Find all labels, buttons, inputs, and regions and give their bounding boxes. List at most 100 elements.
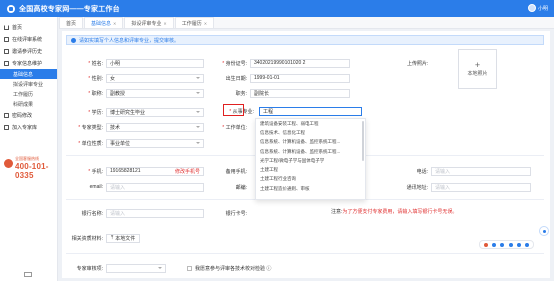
add-user-icon: [4, 124, 9, 130]
tool-icon[interactable]: [500, 242, 505, 247]
dropdown-option[interactable]: 土建工程造价通则、审核: [256, 184, 365, 193]
title-field: * 职称: 副教授: [66, 88, 204, 98]
user-name[interactable]: 小明: [538, 5, 548, 12]
sidebar-item-history[interactable]: 邀请参评历史: [0, 45, 57, 57]
dropdown-option[interactable]: 信息系统、计算机设备、监控系统工程...: [256, 138, 365, 147]
review-item-select[interactable]: [106, 263, 166, 273]
sidebar-collapse-icon[interactable]: [24, 272, 32, 277]
app-title: 全国高校专家网——专家工作台: [19, 5, 120, 13]
birth-input[interactable]: 1999-01-01: [250, 73, 350, 83]
dropdown-option[interactable]: 信息技术、信息化工程: [256, 128, 365, 137]
history-icon: [4, 48, 9, 54]
photo-upload[interactable]: + 本地照片: [458, 49, 497, 89]
bank-card-field: 银行卡号:: [214, 208, 250, 218]
phone-icon: [4, 159, 13, 168]
mobile-field: * 手机: 19165828121 修改手机号: [66, 166, 204, 176]
photo-field: 上传照片:: [407, 58, 431, 68]
address-input[interactable]: 请输入: [431, 182, 531, 192]
gender-label: 性别:: [91, 75, 103, 82]
top-bar: 全国高校专家网——专家工作台 小明: [0, 0, 554, 17]
tool-icon[interactable]: [484, 242, 489, 247]
bank-note-text: 注意:为了方便支付专家费用，请输入填写银行卡号无误。: [331, 209, 458, 215]
upload-file-button[interactable]: ⤒ 本地文件: [106, 233, 141, 243]
unit-nature-field: * 单位性质: 事业单位: [66, 138, 204, 148]
tab-bar: 首页 基础信息 ✕ 拟设评审专业 ✕ 工作履历 ✕: [59, 17, 554, 29]
attachment-label: 相关资质材料:: [71, 235, 103, 242]
dropdown-option[interactable]: 光学工程/微电子学与固体电子学: [256, 156, 365, 165]
job-input[interactable]: 副院长: [250, 88, 350, 98]
address-label: 通讯地址:: [406, 184, 428, 191]
sidebar-item-review-system[interactable]: 在线评审系统: [0, 33, 57, 45]
gender-select[interactable]: 女: [106, 73, 204, 83]
chevron-down-icon: [196, 77, 200, 79]
sidebar-item-join[interactable]: 加入专家库: [0, 121, 57, 133]
change-mobile-link[interactable]: 修改手机号: [175, 168, 200, 175]
info-icon: [71, 37, 76, 43]
education-select[interactable]: 博士研究生毕业: [106, 107, 204, 117]
id-field: * 身份证号: 34020219990101020 2: [214, 58, 350, 68]
hotline-number: 400-101-0335: [15, 162, 49, 180]
bank-input[interactable]: 请输入: [106, 208, 204, 218]
job-field: 职务: 副院长: [214, 88, 350, 98]
tool-icon[interactable]: [492, 242, 497, 247]
education-label: 学历:: [91, 109, 103, 116]
major-input[interactable]: 工程: [259, 106, 362, 116]
job-label: 职务:: [235, 90, 247, 97]
dropdown-option[interactable]: 建筑设备安装工程、弱电工程: [256, 119, 365, 128]
tab-work-history[interactable]: 工作履历 ✕: [174, 17, 215, 28]
name-field: * 姓名: 小明: [66, 58, 204, 68]
id-label: 身份证号:: [225, 60, 247, 67]
email-field: email: 请输入: [66, 182, 204, 192]
unit-nature-select[interactable]: 事业单位: [106, 138, 204, 148]
sidebar-sub-work-history[interactable]: 工作履历: [0, 89, 57, 99]
name-label: 姓名:: [91, 60, 103, 67]
tab-home[interactable]: 首页: [59, 17, 84, 28]
tool-icon[interactable]: [524, 242, 529, 247]
tab-review-major[interactable]: 拟设评审专业 ✕: [124, 17, 174, 28]
mobile-input[interactable]: 19165828121 修改手机号: [106, 166, 204, 176]
birth-field: 出生日期: 1999-01-01: [214, 73, 350, 83]
agree-checkbox[interactable]: [187, 265, 192, 271]
sidebar: 首页 在线评审系统 邀请参评历史 专家信息维护 基础信息 拟设评审专业 工作履历…: [0, 17, 58, 281]
close-icon[interactable]: ✕: [163, 21, 166, 26]
sidebar-item-expert-info[interactable]: 专家信息维护: [0, 57, 57, 69]
close-icon[interactable]: ✕: [204, 21, 207, 26]
upload-icon: ⤒: [111, 235, 114, 241]
avatar[interactable]: [527, 4, 536, 12]
dropdown-option[interactable]: 土建工程: [256, 165, 365, 174]
expert-type-field: * 专家类型: 技术: [66, 122, 204, 132]
sidebar-item-password[interactable]: 密码修改: [0, 109, 57, 121]
expert-type-label: 专家类型:: [81, 124, 103, 131]
major-label-highlight-frame: [223, 104, 244, 116]
dropdown-option[interactable]: 土建工程行业咨询: [256, 175, 365, 184]
tab-basic-info[interactable]: 基础信息 ✕: [84, 17, 124, 28]
sidebar-sub-research[interactable]: 科研成果: [0, 99, 57, 109]
work-unit-label: 工作单位:: [225, 124, 247, 131]
user-menu[interactable]: 小明: [527, 4, 548, 12]
tool-icon[interactable]: [516, 242, 521, 247]
lock-icon: [4, 112, 9, 118]
logo-icon: [7, 4, 15, 13]
major-field: * 从事专业: 工程: [224, 106, 362, 116]
email-input[interactable]: 请输入: [106, 182, 204, 192]
name-input[interactable]: 小明: [106, 58, 204, 68]
user-icon: [4, 60, 9, 66]
email-label: email:: [89, 184, 103, 190]
title-select[interactable]: 副教授: [106, 88, 204, 98]
sidebar-sub-review-major[interactable]: 拟设评审专业: [0, 79, 57, 89]
work-unit-field: * 工作单位:: [222, 124, 247, 131]
sidebar-item-home[interactable]: 首页: [0, 21, 57, 33]
unit-nature-label: 单位性质:: [81, 140, 103, 147]
sidebar-sub-basic-info[interactable]: 基础信息: [0, 69, 57, 79]
dropdown-option[interactable]: 信息系统、计算机设备、监控系统工程...: [256, 147, 365, 156]
id-input[interactable]: 34020219990101020 2: [250, 58, 350, 68]
close-icon[interactable]: ✕: [113, 21, 116, 26]
tool-icon[interactable]: [508, 242, 513, 247]
mobile-label: 手机:: [91, 168, 103, 175]
phone-input[interactable]: 请输入: [431, 166, 531, 176]
major-dropdown: 建筑设备安装工程、弱电工程 信息技术、信息化工程 信息系统、计算机设备、监控系统…: [255, 118, 366, 200]
expert-type-select[interactable]: 技术: [106, 122, 204, 132]
chevron-down-icon: [196, 111, 200, 113]
dropdown-scrollbar[interactable]: [362, 121, 364, 161]
floating-assistant-icon[interactable]: [539, 226, 549, 236]
